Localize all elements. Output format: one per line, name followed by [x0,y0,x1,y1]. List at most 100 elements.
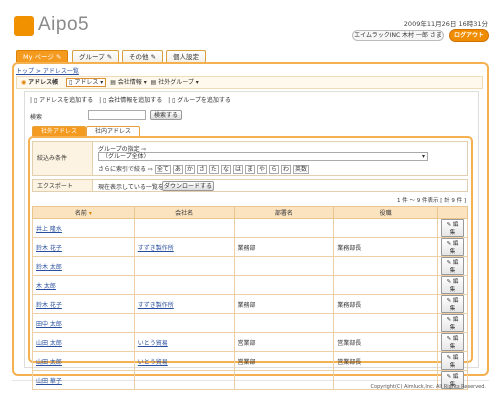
col-title: 役職 [333,206,438,219]
result-count: 1 件 〜 9 件表示 [ 計 9 件 ] [396,198,466,204]
add-company-button[interactable]: | ▯ 会社情報を追加する [99,95,162,104]
contact-name-link[interactable]: 山田 華子 [36,378,62,385]
index-letter-link[interactable]: ま [244,165,255,174]
company-cell: すずき製作所 [133,294,235,314]
name-cell: 田中 太郎 [32,313,135,333]
company-link[interactable]: すずき製作所 [138,245,174,252]
section-item-company[interactable]: ▤ 会社情報 ▾ [110,79,147,86]
edit-label: 編集 [449,260,459,274]
index-letter-link[interactable]: か [184,165,195,174]
index-letter-link[interactable]: さ [196,165,207,174]
section-bar: ◉ アドレス帳 ▯ アドレス ▾ ▤ 会社情報 ▾ ▤ 社外グループ ▾ [16,76,483,89]
breadcrumb[interactable]: トップ > アドレス一覧 [16,66,79,75]
contact-name-link[interactable]: 木 太郎 [36,283,56,290]
filter-label: 絞込み条件 [33,142,93,175]
contact-name-link[interactable]: 鈴木 花子 [36,302,62,309]
action-cell: ✎ 編集 [437,351,468,371]
edit-icon: ✎ [446,374,452,380]
company-link[interactable]: すずき製作所 [138,302,174,309]
dept-cell: 営業部 [233,351,335,371]
index-letter-link[interactable]: ら [269,165,280,174]
tab-my-page[interactable]: My ページ ✎ [16,50,69,62]
tab-external-address[interactable]: 社外アドレス [32,126,87,136]
contact-name-link[interactable]: 鈴木 花子 [36,245,62,252]
tab-other[interactable]: その他 ✎ [122,50,164,62]
edit-label: 編集 [449,298,459,312]
company-cell: いとう貿易 [133,351,235,371]
company-link[interactable]: いとう貿易 [138,340,168,347]
search-button[interactable]: 検索する [150,110,182,120]
app-logo[interactable]: Aipo5 [14,14,89,40]
section-item-external-group[interactable]: ▤ 社外グループ ▾ [151,79,199,86]
dept-cell: 営業部 [233,332,335,352]
title-cell [333,275,438,295]
edit-label: 編集 [449,279,459,293]
edit-icon: ✎ [446,260,452,266]
table-row: 鈴木 花子 すずき製作所 業務部 業務部長 ✎ 編集 [32,237,468,257]
add-group-button[interactable]: | ▯ グループを追加する [168,95,231,104]
edit-button[interactable]: ✎ 編集 [441,333,464,351]
addressbook-icon: ◉ [21,79,27,86]
index-letter-link[interactable]: な [220,165,231,174]
contact-name-link[interactable]: 鈴木 太郎 [36,264,62,271]
contact-name-link[interactable]: 山田 太郎 [36,340,62,347]
export-text: 現在表示している一覧を [98,184,164,191]
name-cell: 木 太郎 [32,275,135,295]
table-row: 鈴木 太郎 ✎ 編集 [32,256,468,276]
company-link[interactable]: いとう貿易 [138,359,168,366]
edit-label: 編集 [449,336,459,350]
name-cell: 山田 華子 [32,370,135,390]
search-input[interactable] [88,110,146,120]
action-cell: ✎ 編集 [437,256,468,276]
section-item-label: 社外グループ [158,79,194,86]
contact-name-link[interactable]: 山田 太郎 [36,359,62,366]
tab-personal-settings[interactable]: 個人設定 [166,50,206,62]
index-letter-link[interactable]: は [232,165,243,174]
company-cell [133,256,235,276]
edit-button[interactable]: ✎ 編集 [441,295,464,313]
section-item-label: アドレス [74,79,99,86]
action-label: グループを追加する [177,97,231,104]
tab-label: その他 [129,53,149,61]
index-prefix: さらに索引で絞る [98,166,147,173]
edit-button[interactable]: ✎ 編集 [441,257,464,275]
table-row: 山田 太郎 いとう貿易 営業部 営業部長 ✎ 編集 [32,332,468,352]
edit-button[interactable]: ✎ 編集 [441,352,464,370]
company-cell: いとう貿易 [133,332,235,352]
index-letter-link[interactable]: や [256,165,267,174]
add-address-button[interactable]: | ▯ アドレスを追加する [30,95,93,104]
index-letter-link[interactable]: あ [172,165,183,174]
pencil-icon: ✎ [106,53,113,61]
download-button[interactable]: ダウンロードする [162,181,214,191]
col-name[interactable]: 名前 ▾ [32,206,135,219]
edit-button[interactable]: ✎ 編集 [441,314,464,332]
index-letter-link[interactable]: わ [281,165,292,174]
table-row: 鈴木 花子 すずき製作所 業務部 業務部長 ✎ 編集 [32,294,468,314]
table-row: 井上 隆水 ✎ 編集 [32,218,468,238]
breadcrumb-link[interactable]: トップ > アドレス一覧 [16,68,79,75]
edit-button[interactable]: ✎ 編集 [441,276,464,294]
index-letter-link[interactable]: た [208,165,219,174]
company-cell [133,370,235,390]
name-cell: 鈴木 太郎 [32,256,135,276]
edit-icon: ✎ [446,222,452,228]
action-cell: ✎ 編集 [437,313,468,333]
edit-button[interactable]: ✎ 編集 [441,219,464,237]
group-select[interactable]: （グループ全体） ▾ [98,152,428,161]
tab-group[interactable]: グループ ✎ [72,50,120,62]
tab-internal-address[interactable]: 社内アドレス [86,126,141,136]
edit-label: 編集 [449,317,459,331]
table-row: 田中 太郎 ✎ 編集 [32,313,468,333]
edit-button[interactable]: ✎ 編集 [441,238,464,256]
title-cell: 営業部長 [333,351,438,371]
section-item-address[interactable]: ▯ アドレス ▾ [66,78,107,87]
contact-name-link[interactable]: 井上 隆水 [36,226,62,233]
logout-button[interactable]: ログアウト [449,29,489,42]
tab-label: 個人設定 [173,53,199,61]
index-letter-link[interactable]: 全て [154,165,171,174]
contact-name-link[interactable]: 田中 太郎 [36,321,62,328]
dept-cell [233,218,335,238]
title-cell: 営業部長 [333,332,438,352]
index-letter-link[interactable]: 英数 [293,165,310,174]
edit-icon: ✎ [446,298,452,304]
